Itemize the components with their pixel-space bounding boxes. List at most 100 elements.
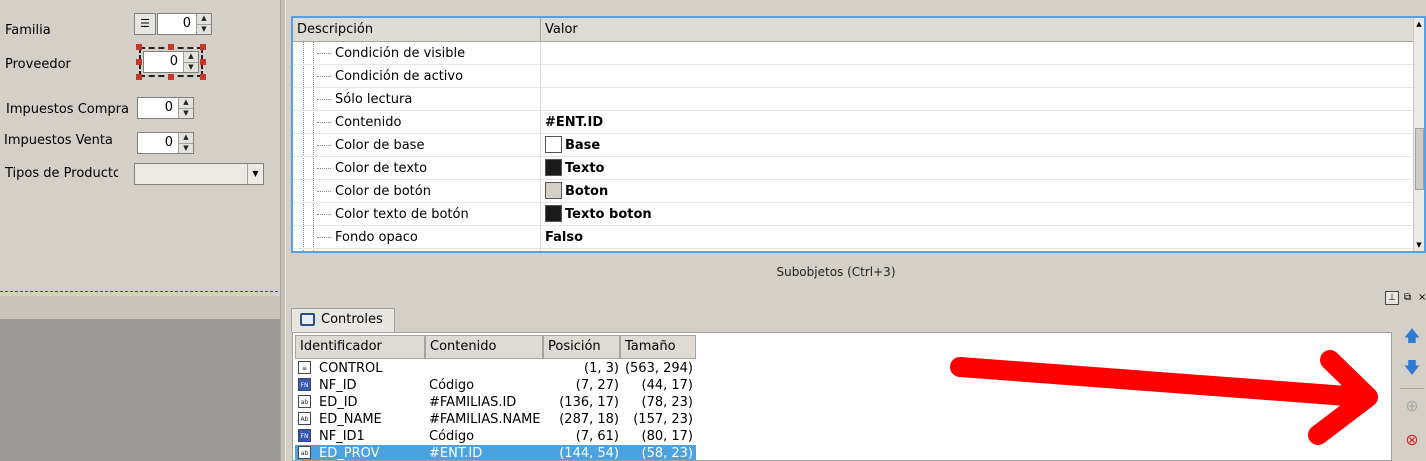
resize-handle[interactable]	[136, 44, 142, 50]
proveedor-value[interactable]: 0	[144, 52, 183, 72]
col-identificador-header[interactable]: Identificador	[295, 335, 425, 359]
impuestos-compra-spinbox[interactable]: 0 ▲ ▼	[137, 97, 194, 119]
control-row[interactable]: ab ED_PROV #ENT.ID (144, 54) (58, 23)	[295, 445, 696, 461]
spin-up-icon[interactable]: ▲	[184, 52, 198, 62]
control-identifier: ED_ID	[319, 395, 358, 410]
familia-spinbox[interactable]: 0 ▲ ▼	[157, 13, 212, 35]
property-row[interactable]: Condición de activo	[293, 65, 1417, 88]
resize-handle[interactable]	[168, 74, 174, 80]
control-identifier: NF_ID	[319, 378, 357, 393]
pin-icon[interactable]: ⊥	[1385, 291, 1399, 305]
control-row[interactable]: FN NF_ID1 Código (7, 61) (80, 17)	[295, 428, 696, 445]
control-size: (157, 23)	[633, 412, 693, 427]
col-tamano-header[interactable]: Tamaño	[620, 335, 696, 359]
property-row[interactable]: Condición de visible	[293, 42, 1417, 65]
tree-connector	[317, 214, 331, 215]
scrollbar-thumb[interactable]	[1415, 128, 1424, 190]
column-divider	[540, 203, 541, 226]
chevron-down-icon[interactable]: ▼	[247, 164, 263, 184]
property-row[interactable]: Color de base Base	[293, 134, 1417, 157]
property-grid-scrollbar[interactable]: ▲ ▼	[1413, 18, 1424, 251]
property-value-cell[interactable]: Texto boton	[545, 203, 652, 226]
remove-icon[interactable]: ⊗	[1402, 430, 1422, 450]
property-value-cell[interactable]: Boton	[545, 180, 608, 203]
color-swatch	[545, 205, 562, 222]
property-value: #ENT.ID	[545, 115, 604, 130]
property-row[interactable]: Color de texto Texto	[293, 157, 1417, 180]
property-value-cell[interactable]: Falso	[545, 226, 583, 249]
spin-down-icon[interactable]: ▼	[184, 61, 198, 73]
form-boundary-line	[0, 291, 278, 292]
property-row[interactable]: Contenido #ENT.ID	[293, 111, 1417, 134]
spin-down-icon[interactable]: ▼	[197, 23, 211, 35]
property-name: Condición de visible	[335, 46, 466, 61]
control-content: #FAMILIAS.ID	[429, 395, 517, 410]
impuestos-venta-spinbox[interactable]: 0 ▲ ▼	[137, 132, 194, 154]
col-description-header[interactable]: Descripción	[293, 18, 541, 42]
move-down-icon[interactable]: 🡇	[1402, 358, 1422, 378]
move-up-icon[interactable]: 🡅	[1402, 326, 1422, 346]
property-name: Contenido	[335, 115, 402, 130]
property-value-cell[interactable]: #ENT.ID	[545, 111, 603, 134]
tree-connector	[317, 237, 331, 238]
toolbar-divider	[1400, 388, 1424, 389]
fn-icon: FN	[298, 429, 311, 442]
spin-up-icon[interactable]: ▲	[197, 14, 211, 24]
property-value-cell[interactable]: Texto	[545, 157, 605, 180]
vertical-splitter[interactable]	[280, 0, 286, 461]
edit-icon: ab	[298, 446, 311, 459]
control-row[interactable]: FN NF_ID Código (7, 27) (44, 17)	[295, 377, 696, 394]
col-value-header[interactable]: Valor	[541, 18, 1417, 42]
property-row[interactable]: Color de botón Boton	[293, 180, 1417, 203]
scroll-down-icon[interactable]: ▼	[1415, 241, 1423, 249]
property-grid[interactable]: Descripción Valor Condición de visible Co…	[291, 16, 1426, 253]
control-content: #ENT.ID	[429, 446, 483, 461]
resize-handle[interactable]	[200, 59, 206, 65]
resize-handle[interactable]	[136, 74, 142, 80]
tab-controles-label: Controles	[321, 312, 383, 327]
spin-down-icon[interactable]: ▼	[179, 107, 193, 119]
column-divider	[540, 42, 541, 65]
impuestos-compra-value[interactable]: 0	[138, 98, 178, 118]
property-value-cell[interactable]: Base	[545, 134, 600, 157]
proveedor-spinbox[interactable]: 0 ▲ ▼	[143, 51, 199, 73]
property-row[interactable]: Color texto de botón Texto boton	[293, 203, 1417, 226]
edit-icon: ab	[298, 395, 311, 408]
property-row[interactable]: Fondo opaco Falso	[293, 226, 1417, 249]
control-identifier: ED_PROV	[319, 446, 380, 461]
close-icon[interactable]: ×	[1418, 291, 1426, 305]
control-row[interactable]: ≡ CONTROL (1, 3) (563, 294)	[295, 360, 696, 377]
control-row[interactable]: ab ED_ID #FAMILIAS.ID (136, 17) (78, 23)	[295, 394, 696, 411]
tab-controles[interactable]: Controles	[291, 308, 395, 332]
tree-connector	[317, 191, 331, 192]
float-icon[interactable]: ⧉	[1404, 291, 1416, 305]
resize-handle[interactable]	[136, 59, 142, 65]
resize-handle[interactable]	[168, 44, 174, 50]
col-posicion-header[interactable]: Posición	[543, 335, 620, 359]
property-row[interactable]: Sólo lectura	[293, 88, 1417, 111]
control-size: (80, 17)	[641, 429, 694, 444]
control-icon: ≡	[298, 361, 311, 374]
resize-handle[interactable]	[200, 74, 206, 80]
spin-up-icon[interactable]: ▲	[179, 98, 193, 108]
form-canvas[interactable]: Familia ☰ 0 ▲ ▼ Proveedor 0 ▲ ▼ Impuestos …	[0, 0, 278, 290]
familia-value[interactable]: 0	[158, 14, 196, 34]
scroll-up-icon[interactable]: ▲	[1415, 20, 1423, 28]
control-identifier: ED_NAME	[319, 412, 382, 427]
property-name: Color de base	[335, 138, 425, 153]
panel-separator[interactable]	[286, 253, 1426, 259]
property-name: Color de texto	[335, 161, 428, 176]
tipos-producto-combobox[interactable]: ▼	[134, 163, 264, 185]
arrow-shaft	[950, 357, 1370, 407]
resize-handle[interactable]	[200, 44, 206, 50]
impuestos-venta-value[interactable]: 0	[138, 133, 178, 153]
control-row[interactable]: Ab ED_NAME #FAMILIAS.NAME (287, 18) (157, 23…	[295, 411, 696, 428]
spin-up-icon[interactable]: ▲	[179, 133, 193, 143]
tree-connector	[317, 53, 331, 54]
col-contenido-header[interactable]: Contenido	[425, 335, 543, 359]
add-icon[interactable]: ⊕	[1402, 396, 1422, 416]
list-picker-icon[interactable]: ☰	[134, 13, 156, 35]
control-position: (136, 17)	[559, 395, 619, 410]
column-divider	[540, 180, 541, 203]
spin-down-icon[interactable]: ▼	[179, 142, 193, 154]
